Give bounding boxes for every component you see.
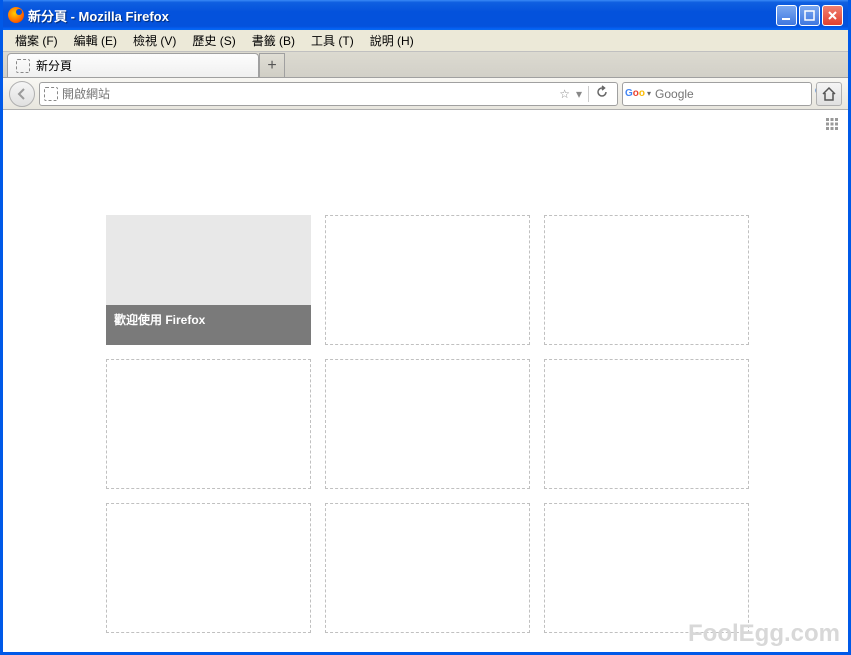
speed-dial-tiles: 歡迎使用 Firefox xyxy=(106,215,749,633)
tab-newtab[interactable]: 新分頁 xyxy=(7,53,259,77)
content-area: 歡迎使用 Firefox FoolEgg.com xyxy=(3,110,848,652)
url-input[interactable] xyxy=(62,87,555,101)
tile-empty[interactable] xyxy=(544,503,749,633)
back-button[interactable] xyxy=(9,81,35,107)
search-input[interactable] xyxy=(655,87,810,101)
search-box: Goo ▾ xyxy=(622,82,812,106)
menu-view[interactable]: 檢視 (V) xyxy=(125,30,184,51)
tile-empty[interactable] xyxy=(544,359,749,489)
home-button[interactable] xyxy=(816,82,842,106)
url-box: ☆ ▾ xyxy=(39,82,618,106)
url-favicon xyxy=(44,87,58,101)
tile-welcome[interactable]: 歡迎使用 Firefox xyxy=(106,215,311,345)
tile-label: 歡迎使用 Firefox xyxy=(106,305,311,345)
tab-label: 新分頁 xyxy=(36,57,72,74)
tile-empty[interactable] xyxy=(325,215,530,345)
reload-icon[interactable] xyxy=(595,85,609,102)
firefox-icon xyxy=(8,7,24,23)
window-title: 新分頁 - Mozilla Firefox xyxy=(28,6,776,25)
new-tab-button[interactable]: + xyxy=(259,53,285,77)
titlebar[interactable]: 新分頁 - Mozilla Firefox xyxy=(3,0,848,30)
maximize-button[interactable] xyxy=(799,5,820,26)
menu-tools[interactable]: 工具 (T) xyxy=(303,30,362,51)
browser-window: 新分頁 - Mozilla Firefox 檔案 (F) 編輯 (E) 檢視 (… xyxy=(0,0,851,655)
watermark: FoolEgg.com xyxy=(688,620,840,648)
minimize-button[interactable] xyxy=(776,5,797,26)
tile-empty[interactable] xyxy=(106,503,311,633)
tile-empty[interactable] xyxy=(106,359,311,489)
url-dropdown-icon[interactable]: ▾ xyxy=(576,87,582,101)
navbar: ☆ ▾ Goo ▾ xyxy=(3,78,848,110)
search-engine-dropdown-icon[interactable]: ▾ xyxy=(647,89,651,98)
menu-help[interactable]: 說明 (H) xyxy=(362,30,422,51)
tab-favicon xyxy=(16,59,30,73)
menubar: 檔案 (F) 編輯 (E) 檢視 (V) 歷史 (S) 書籤 (B) 工具 (T… xyxy=(3,30,848,52)
grid-toggle-icon[interactable] xyxy=(826,118,838,133)
tabbar: 新分頁 + xyxy=(3,52,848,78)
bookmark-star-icon[interactable]: ☆ xyxy=(559,87,570,101)
tile-empty[interactable] xyxy=(325,359,530,489)
google-icon: Goo xyxy=(627,86,643,102)
menu-bookmarks[interactable]: 書籤 (B) xyxy=(244,30,303,51)
window-controls xyxy=(776,5,843,26)
menu-history[interactable]: 歷史 (S) xyxy=(184,30,243,51)
tile-empty[interactable] xyxy=(325,503,530,633)
close-button[interactable] xyxy=(822,5,843,26)
menu-file[interactable]: 檔案 (F) xyxy=(7,30,66,51)
tile-preview xyxy=(106,215,311,305)
tile-empty[interactable] xyxy=(544,215,749,345)
menu-edit[interactable]: 編輯 (E) xyxy=(66,30,125,51)
url-icons: ☆ ▾ xyxy=(559,85,613,102)
separator xyxy=(588,86,589,102)
